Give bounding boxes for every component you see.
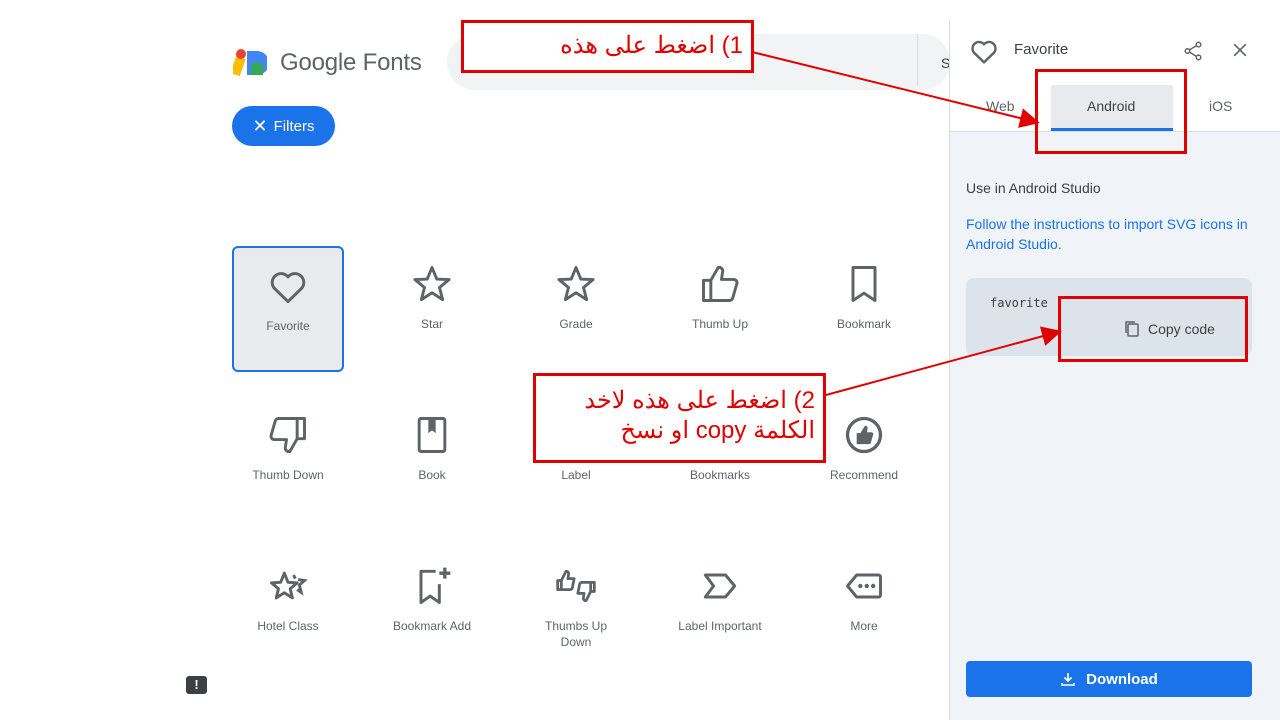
annotation-callout-2: 2) اضغط على هذه لاخد الكلمة copy او نسخ <box>533 373 826 463</box>
annotation-callout-1: 1) اضغط على هذه <box>461 20 754 73</box>
arrow-1 <box>751 51 1040 128</box>
highlight-copy-code <box>1058 296 1248 362</box>
arrow-2 <box>825 326 1062 396</box>
annotation-callout-2-line2: الكلمة copy او نسخ <box>620 417 815 444</box>
annotation-callout-2-line1: 2) اضغط على هذه لاخد <box>584 387 815 414</box>
highlight-android-tab <box>1035 69 1187 154</box>
